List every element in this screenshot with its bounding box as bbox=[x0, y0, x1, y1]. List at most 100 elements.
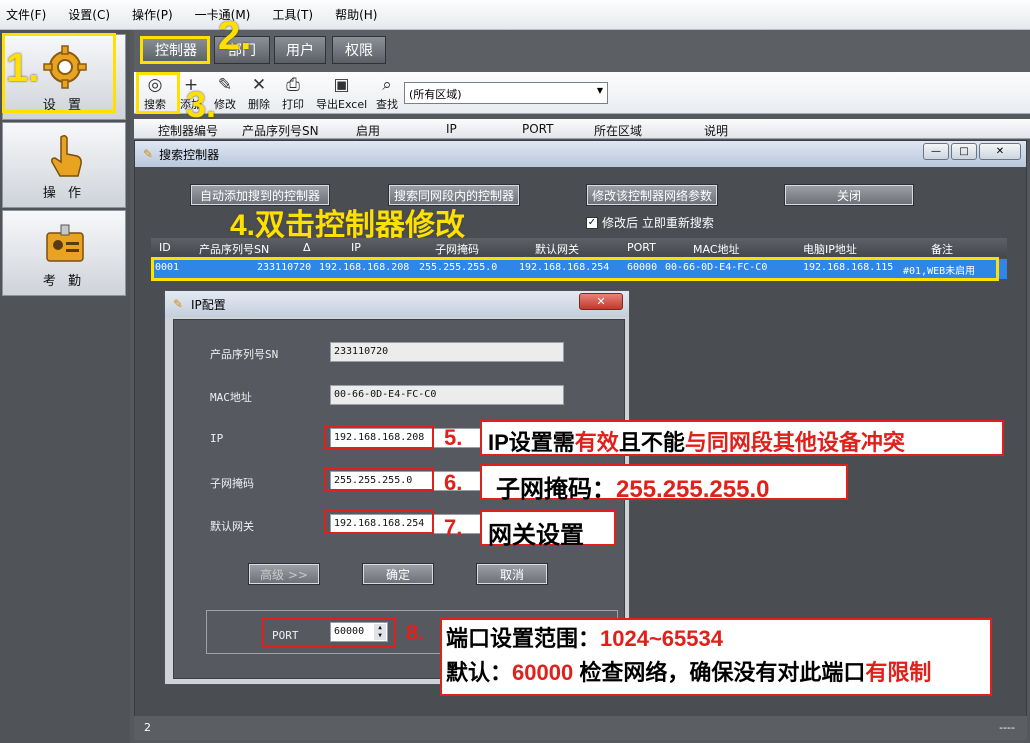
col-gateway[interactable]: 默认网关 bbox=[535, 241, 579, 257]
col-enabled[interactable]: 启用 bbox=[356, 122, 380, 139]
ip-dialog-title: IP配置 bbox=[191, 297, 226, 312]
left-nav: 设 置 操 作 考 勤 bbox=[0, 30, 130, 743]
close-search-button[interactable]: 关闭 bbox=[784, 184, 914, 206]
menu-settings[interactable]: 设置(C) bbox=[68, 6, 110, 23]
area-select[interactable]: (所有区域) ▼ bbox=[404, 82, 608, 104]
id-card-icon bbox=[46, 224, 84, 262]
col-port[interactable]: PORT bbox=[522, 122, 553, 136]
cancel-button[interactable]: 取消 bbox=[476, 563, 548, 585]
sn-label: 产品序列号SN bbox=[210, 348, 279, 361]
tab-row: 控制器 部门 用户 权限 bbox=[134, 30, 1030, 72]
annotation-box-controller-tab bbox=[140, 36, 210, 64]
tab-permission[interactable]: 权限 bbox=[332, 36, 386, 64]
toolbar-delete[interactable]: ✕ 删除 bbox=[248, 76, 270, 112]
pencil-icon: ✎ bbox=[217, 75, 233, 95]
status-bar: 2 ---- bbox=[134, 716, 1027, 740]
annotation-box-gateway bbox=[324, 510, 434, 534]
toolbar-edit[interactable]: ✎ 修改 bbox=[214, 76, 236, 112]
maximize-button[interactable]: □ bbox=[951, 143, 977, 160]
annotation-port-default: 60000 bbox=[512, 660, 574, 685]
research-checkbox-label: 修改后 立即重新搜索 bbox=[602, 216, 714, 230]
toolbar-print-label: 打印 bbox=[282, 98, 304, 111]
menu-operation[interactable]: 操作(P) bbox=[132, 6, 173, 23]
toolbar-edit-label: 修改 bbox=[214, 98, 236, 111]
menu-tools[interactable]: 工具(T) bbox=[272, 6, 313, 23]
minimize-button[interactable]: — bbox=[923, 143, 949, 160]
annotation-num-7: 7. bbox=[444, 515, 463, 540]
col-search-sn[interactable]: 产品序列号SN bbox=[199, 241, 269, 257]
ok-button[interactable]: 确定 bbox=[362, 563, 434, 585]
annotation-ip-note-c: 且不能 bbox=[618, 430, 685, 455]
excel-icon: ▣ bbox=[333, 75, 350, 95]
nav-attendance-label: 考 勤 bbox=[42, 274, 86, 289]
annotation-port-check: 检查网络，确保没有对此端口 bbox=[573, 660, 866, 685]
tab-user[interactable]: 用户 bbox=[274, 36, 326, 64]
col-search-port[interactable]: PORT bbox=[627, 241, 656, 254]
annotation-mask-note-a: 子网掩码： bbox=[496, 476, 616, 503]
nav-operation[interactable]: 操 作 bbox=[2, 122, 126, 208]
toolbar-print[interactable]: ⎙ 打印 bbox=[282, 76, 304, 112]
nav-operation-label: 操 作 bbox=[42, 186, 86, 201]
col-sn[interactable]: 产品序列号SN bbox=[242, 122, 319, 139]
toolbar-find[interactable]: ⌕ 查找 bbox=[376, 76, 398, 112]
col-search-ip[interactable]: IP bbox=[351, 241, 361, 254]
annotation-ip-note-a: IP设置需 bbox=[488, 430, 575, 455]
x-icon: ✕ bbox=[251, 75, 267, 95]
mask-label: 子网掩码 bbox=[210, 477, 254, 490]
menu-help[interactable]: 帮助(H) bbox=[335, 6, 377, 23]
menu-file[interactable]: 文件(F) bbox=[6, 6, 46, 23]
col-note[interactable]: 说明 bbox=[704, 122, 728, 139]
search-results-header: ID 产品序列号SN Δ IP 子网掩码 默认网关 PORT MAC地址 电脑I… bbox=[151, 238, 1007, 258]
annotation-box-mask bbox=[324, 467, 434, 491]
annotation-step-2: 2. bbox=[218, 14, 252, 58]
printer-icon: ⎙ bbox=[286, 75, 300, 95]
mac-label: MAC地址 bbox=[210, 391, 252, 404]
area-select-value: (所有区域) bbox=[409, 88, 462, 101]
col-mac[interactable]: MAC地址 bbox=[693, 241, 740, 257]
modify-network-button[interactable]: 修改该控制器网络参数 bbox=[586, 184, 718, 206]
col-controller-no[interactable]: 控制器编号 bbox=[158, 122, 218, 139]
mac-field: 00-66-0D-E4-FC-C0 bbox=[330, 385, 564, 405]
annotation-ip-note: IP设置需有效且不能与同网段其他设备冲突 bbox=[480, 420, 1004, 456]
advanced-button[interactable]: 高级 >> bbox=[248, 563, 320, 585]
research-checkbox-row[interactable]: ✓ 修改后 立即重新搜索 bbox=[586, 214, 714, 231]
main-table-header: 控制器编号 产品序列号SN 启用 IP PORT 所在区域 说明 bbox=[134, 119, 1030, 139]
col-ip[interactable]: IP bbox=[446, 122, 457, 136]
window-icon: ✎ bbox=[143, 147, 154, 161]
col-mask[interactable]: 子网掩码 bbox=[435, 241, 479, 257]
magnifier-icon: ⌕ bbox=[382, 75, 392, 95]
gateway-label: 默认网关 bbox=[210, 520, 254, 533]
annotation-num-6: 6. bbox=[444, 470, 463, 495]
status-count: 2 bbox=[144, 721, 151, 734]
annotation-port-default-label: 默认： bbox=[446, 660, 513, 685]
col-pc-ip[interactable]: 电脑IP地址 bbox=[803, 241, 857, 257]
annotation-step-1: 1. bbox=[6, 46, 40, 90]
menu-bar: 文件(F) 设置(C) 操作(P) 一卡通(M) 工具(T) 帮助(H) bbox=[0, 0, 1030, 30]
nav-attendance[interactable]: 考 勤 bbox=[2, 210, 126, 296]
annotation-box-ip bbox=[324, 425, 434, 449]
ip-label: IP bbox=[210, 432, 224, 445]
checkbox-checked-icon[interactable]: ✓ bbox=[586, 216, 598, 229]
col-search-note[interactable]: 备注 bbox=[931, 241, 953, 257]
search-window-titlebar: ✎ 搜索控制器 — □ ✕ bbox=[135, 141, 1026, 167]
annotation-box-port bbox=[262, 617, 396, 647]
close-window-button[interactable]: ✕ bbox=[979, 143, 1021, 160]
sort-indicator-icon: Δ bbox=[303, 241, 311, 254]
annotation-port-line-2: 默认：60000 检查网络，确保没有对此端口有限制 bbox=[446, 655, 986, 691]
annotation-box-row bbox=[151, 257, 999, 281]
annotation-port-note: 端口设置范围：1024~65534 默认：60000 检查网络，确保没有对此端口… bbox=[440, 618, 992, 696]
annotation-port-line-1: 端口设置范围：1024~65534 bbox=[446, 623, 986, 655]
sn-field: 233110720 bbox=[330, 342, 564, 362]
toolbar-export[interactable]: ▣ 导出Excel bbox=[316, 76, 367, 112]
col-area[interactable]: 所在区域 bbox=[594, 122, 642, 139]
annotation-gateway-note: 网关设置 bbox=[480, 510, 616, 549]
toolbar-find-label: 查找 bbox=[376, 98, 398, 111]
toolbar-export-label: 导出Excel bbox=[316, 98, 368, 111]
close-dialog-button[interactable]: ✕ bbox=[579, 293, 623, 310]
dialog-icon: ✎ bbox=[173, 297, 184, 311]
annotation-ip-note-b: 有效 bbox=[574, 430, 619, 455]
col-id[interactable]: ID bbox=[159, 241, 171, 254]
annotation-port-limit: 有限制 bbox=[865, 660, 932, 685]
hand-pointer-icon bbox=[51, 134, 82, 177]
annotation-box-search bbox=[136, 72, 180, 114]
